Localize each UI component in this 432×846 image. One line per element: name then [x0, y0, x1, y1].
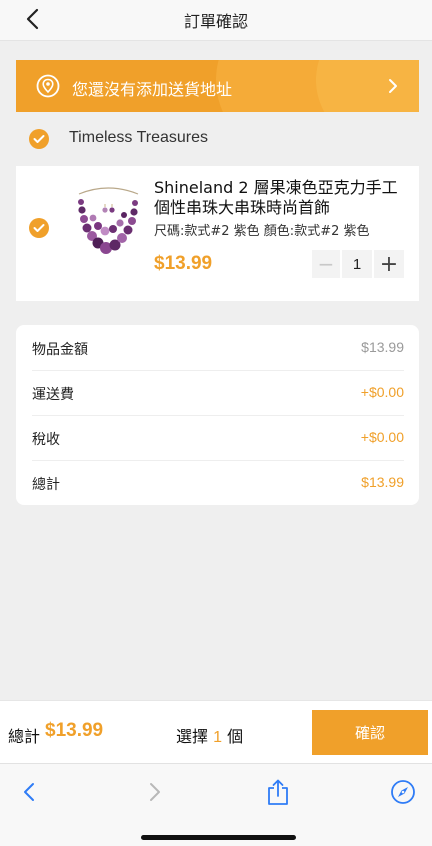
store-row: Timeless Treasures	[16, 124, 419, 154]
summary-row: 稅收 +$0.00	[32, 415, 404, 461]
product-checkbox[interactable]	[29, 218, 49, 238]
summary-value: $13.99	[361, 339, 404, 355]
total-value: $13.99	[45, 720, 104, 741]
store-checkbox[interactable]	[29, 129, 49, 149]
confirm-button[interactable]: 確認	[312, 710, 428, 755]
nav-header: 訂單確認	[0, 0, 432, 41]
summary-value: $13.99	[361, 474, 404, 490]
share-icon	[268, 779, 288, 805]
select-prefix: 選擇	[176, 727, 209, 746]
summary-label: 稅收	[32, 432, 60, 448]
checkmark-icon	[33, 135, 45, 143]
add-address-banner[interactable]: 您還沒有添加送貨地址	[16, 60, 419, 112]
product-price: $13.99	[154, 253, 213, 274]
selected-count: 選擇 1 個	[176, 723, 243, 747]
summary-label: 總計	[32, 477, 60, 493]
summary-row: 運送費 +$0.00	[32, 370, 404, 416]
product-image[interactable]	[71, 184, 146, 264]
select-suffix: 個	[227, 727, 244, 746]
browser-forward-button[interactable]	[141, 778, 169, 806]
decrease-quantity-button[interactable]: −	[312, 250, 340, 278]
checkout-bar: 總計 $13.99 選擇 1 個 確認	[0, 700, 432, 763]
location-pin-icon	[36, 74, 60, 98]
total-label: 總計	[8, 727, 41, 746]
product-title[interactable]: Shineland 2 層果凍色亞克力手工個性串珠大串珠時尚首飾	[154, 178, 409, 218]
quantity-value[interactable]: 1	[342, 250, 372, 278]
open-in-browser-button[interactable]	[389, 778, 417, 806]
checkmark-icon	[33, 224, 45, 232]
browser-toolbar	[0, 763, 432, 846]
add-address-text: 您還沒有添加送貨地址	[72, 80, 233, 99]
product-card: Shineland 2 層果凍色亞克力手工個性串珠大串珠時尚首飾 尺碼:款式#2…	[16, 166, 419, 301]
increase-quantity-button[interactable]: +	[374, 250, 404, 278]
home-indicator	[141, 835, 296, 840]
summary-label: 運送費	[32, 387, 74, 403]
product-variant: 尺碼:款式#2 紫色 顏色:款式#2 紫色	[154, 224, 370, 239]
chevron-right-icon	[389, 79, 397, 93]
summary-value: +$0.00	[360, 429, 404, 445]
quantity-stepper: − 1 +	[312, 250, 406, 278]
browser-back-icon	[24, 783, 34, 801]
compass-icon	[391, 780, 415, 804]
banner-decoration	[316, 60, 419, 112]
summary-row: 總計 $13.99	[32, 460, 404, 505]
share-button[interactable]	[264, 778, 292, 806]
browser-back-button[interactable]	[15, 778, 43, 806]
browser-forward-icon	[150, 783, 160, 801]
summary-value: +$0.00	[360, 384, 404, 400]
summary-row: 物品金額 $13.99	[32, 325, 404, 371]
order-summary: 物品金額 $13.99 運送費 +$0.00 稅收 +$0.00 總計 $13.…	[16, 325, 419, 505]
select-count: 1	[213, 729, 223, 746]
summary-label: 物品金額	[32, 342, 88, 358]
store-name: Timeless Treasures	[69, 129, 208, 146]
page-title: 訂單確認	[183, 12, 248, 31]
